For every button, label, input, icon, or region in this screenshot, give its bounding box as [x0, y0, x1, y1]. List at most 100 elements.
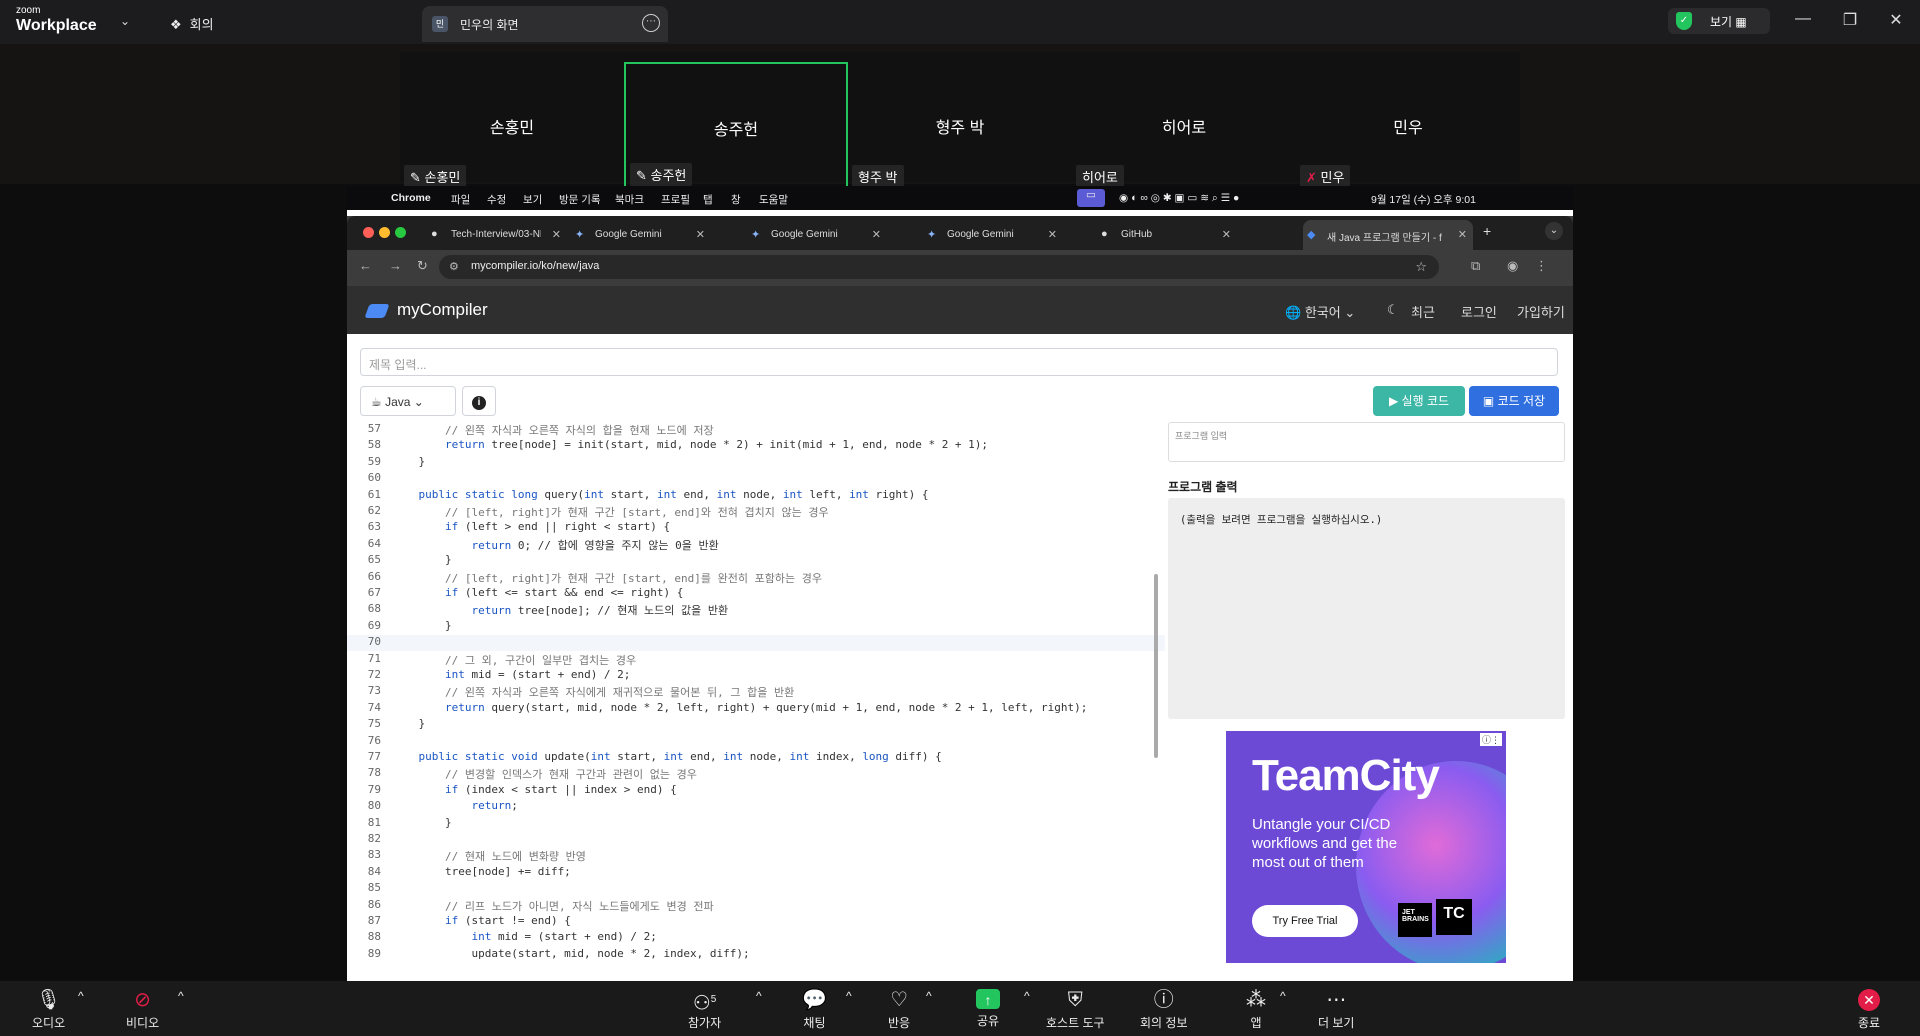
- participant-tile-speaking[interactable]: 송주헌 ✎ 송주헌: [624, 62, 848, 188]
- code-line[interactable]: 80 return;: [347, 799, 1165, 815]
- info-button[interactable]: i: [462, 386, 496, 416]
- code-line[interactable]: 68 return tree[node]; // 현재 노드의 값을 반환: [347, 602, 1165, 618]
- browser-tab[interactable]: ● GitHub ✕: [1097, 220, 1237, 250]
- code-line[interactable]: 63 if (left > end || right < start) {: [347, 520, 1165, 536]
- close-window-icon[interactable]: [363, 227, 374, 238]
- browser-tab[interactable]: ✦ Google Gemini ✕: [571, 220, 711, 250]
- minimize-icon[interactable]: —: [1793, 10, 1813, 28]
- code-line[interactable]: 61 public static long query(int start, i…: [347, 488, 1165, 504]
- code-line[interactable]: 62 // [left, right]가 현재 구간 [start, end]와…: [347, 504, 1165, 520]
- close-tab-icon[interactable]: ✕: [1458, 228, 1467, 241]
- close-tab-icon[interactable]: ✕: [1222, 228, 1231, 241]
- code-line[interactable]: 86 // 리프 노드가 아니면, 자식 노드들에게도 변경 전파: [347, 898, 1165, 914]
- close-icon[interactable]: ✕: [1886, 10, 1906, 30]
- more-options-icon[interactable]: ⋯: [642, 14, 660, 32]
- menu-item[interactable]: 파일: [451, 192, 470, 207]
- reload-icon[interactable]: ↻: [417, 258, 428, 274]
- shared-screen-tab[interactable]: 민 민우의 화면 ⋯: [422, 6, 668, 42]
- close-tab-icon[interactable]: ✕: [552, 228, 561, 241]
- code-line[interactable]: 84 tree[node] += diff;: [347, 865, 1165, 881]
- code-line[interactable]: 79 if (index < start || index > end) {: [347, 783, 1165, 799]
- code-line[interactable]: 75 }: [347, 717, 1165, 733]
- program-input-field[interactable]: 프로그램 입력: [1168, 422, 1565, 462]
- title-input[interactable]: 제목 입력...: [360, 348, 1558, 376]
- code-line[interactable]: 65 }: [347, 553, 1165, 569]
- maximize-window-icon[interactable]: [395, 227, 406, 238]
- meeting-info-button[interactable]: ⓘ 회의 정보: [1140, 989, 1188, 1031]
- browser-tab[interactable]: ●Tech-Interview/03-NETW✕: [427, 220, 567, 250]
- close-tab-icon[interactable]: ✕: [872, 228, 881, 241]
- participant-tile[interactable]: 히어로 히어로: [1072, 62, 1296, 188]
- participants-button[interactable]: ⚇5 참가자: [688, 989, 721, 1031]
- profile-icon[interactable]: ◉: [1507, 258, 1518, 274]
- menu-item[interactable]: 북마크: [615, 192, 644, 207]
- view-button[interactable]: ✓ 보기 ▦: [1668, 8, 1770, 34]
- nav-login[interactable]: 로그인: [1461, 302, 1497, 321]
- browser-tab[interactable]: ✦ Google Gemini ✕: [923, 220, 1063, 250]
- host-tools-button[interactable]: ⛨ 호스트 도구: [1046, 989, 1105, 1031]
- participant-tile[interactable]: 민우 ✗ 민우: [1296, 62, 1520, 188]
- menu-item[interactable]: 프로필: [661, 192, 690, 207]
- menu-item[interactable]: 방문 기록: [559, 192, 601, 207]
- browser-tab[interactable]: ✦ Google Gemini ✕: [747, 220, 887, 250]
- code-line[interactable]: 72 int mid = (start + end) / 2;: [347, 668, 1165, 684]
- code-line[interactable]: 66 // [left, right]가 현재 구간 [start, end]를…: [347, 570, 1165, 586]
- share-button[interactable]: ↑ 공유: [976, 989, 1000, 1029]
- mycompiler-logo[interactable]: myCompiler: [364, 300, 488, 320]
- minimize-window-icon[interactable]: [379, 227, 390, 238]
- close-tab-icon[interactable]: ✕: [696, 228, 705, 241]
- code-line[interactable]: 89 update(start, mid, node * 2, index, d…: [347, 947, 1165, 963]
- run-button[interactable]: ▶ 실행 코드: [1373, 386, 1465, 416]
- teamcity-ad[interactable]: TeamCity Untangle your CI/CD workflows a…: [1226, 731, 1506, 963]
- menu-item[interactable]: 보기: [523, 192, 542, 207]
- language-menu[interactable]: 🌐 한국어 ⌄: [1285, 302, 1355, 321]
- url-input[interactable]: ⚙ mycompiler.io/ko/new/java ☆: [439, 255, 1439, 279]
- screen-share-icon[interactable]: ▭: [1077, 189, 1105, 207]
- more-button[interactable]: ⋯ 더 보기: [1318, 989, 1354, 1031]
- menu-app-name[interactable]: Chrome: [391, 192, 431, 204]
- menu-item[interactable]: 도움말: [759, 192, 788, 207]
- bookmark-star-icon[interactable]: ☆: [1415, 259, 1427, 275]
- code-line[interactable]: 78 // 변경할 인덱스가 현재 구간과 관련이 없는 경우: [347, 766, 1165, 782]
- back-icon[interactable]: ←: [359, 258, 372, 273]
- zoom-logo[interactable]: zoom Workplace: [16, 6, 97, 34]
- chat-chevron-icon[interactable]: ^: [846, 989, 852, 1003]
- reactions-chevron-icon[interactable]: ^: [926, 989, 932, 1003]
- video-button[interactable]: ⊘ 비디오: [126, 989, 159, 1031]
- chevron-down-icon[interactable]: ⌄: [120, 14, 130, 28]
- code-line[interactable]: 58 return tree[node] = init(start, mid, …: [347, 438, 1165, 454]
- code-line[interactable]: 59 }: [347, 455, 1165, 471]
- code-line[interactable]: 73 // 왼쪽 자식과 오른쪽 자식에게 재귀적으로 물어본 뒤, 그 합을 …: [347, 684, 1165, 700]
- code-line[interactable]: 76: [347, 734, 1165, 750]
- end-meeting-button[interactable]: ✕ 종료: [1858, 989, 1880, 1031]
- code-line[interactable]: 69 }: [347, 619, 1165, 635]
- meeting-tab[interactable]: ❖ 회의: [170, 14, 214, 33]
- code-line[interactable]: 70: [347, 635, 1165, 652]
- forward-icon[interactable]: →: [389, 258, 402, 273]
- dark-mode-icon[interactable]: ☾: [1387, 302, 1399, 318]
- chat-button[interactable]: 💬 채팅: [802, 989, 827, 1031]
- code-line[interactable]: 71 // 그 외, 구간이 일부만 겹치는 경우: [347, 652, 1165, 668]
- site-info-icon[interactable]: ⚙: [449, 260, 459, 273]
- apps-button[interactable]: ⁂ 앱: [1246, 989, 1266, 1031]
- code-line[interactable]: 85: [347, 881, 1165, 897]
- nav-recent[interactable]: 최근: [1411, 302, 1435, 321]
- new-tab-icon[interactable]: +: [1483, 223, 1491, 253]
- participant-tile[interactable]: 형주 박 형주 박: [848, 62, 1072, 188]
- code-line[interactable]: 87 if (start != end) {: [347, 914, 1165, 930]
- ad-choices-icon[interactable]: ⓘ⋮: [1479, 733, 1502, 746]
- code-line[interactable]: 67 if (left <= start && end <= right) {: [347, 586, 1165, 602]
- language-select[interactable]: ☕ Java ⌄: [360, 386, 456, 416]
- code-line[interactable]: 57 // 왼쪽 자식과 오른쪽 자식의 합을 현재 노드에 저장: [347, 422, 1165, 438]
- code-line[interactable]: 74 return query(start, mid, node * 2, le…: [347, 701, 1165, 717]
- close-tab-icon[interactable]: ✕: [1048, 228, 1057, 241]
- participant-tile[interactable]: 손홍민 ✎ 손홍민: [400, 62, 624, 188]
- code-line[interactable]: 64 return 0; // 합에 영향을 주지 않는 0을 반환: [347, 537, 1165, 553]
- participants-chevron-icon[interactable]: ^: [756, 989, 762, 1003]
- code-line[interactable]: 81 }: [347, 816, 1165, 832]
- share-chevron-icon[interactable]: ^: [1024, 989, 1030, 1003]
- menu-item[interactable]: 탭: [703, 192, 713, 207]
- code-line[interactable]: 60: [347, 471, 1165, 487]
- video-options-chevron-icon[interactable]: ^: [178, 989, 184, 1003]
- audio-options-chevron-icon[interactable]: ^: [78, 989, 84, 1003]
